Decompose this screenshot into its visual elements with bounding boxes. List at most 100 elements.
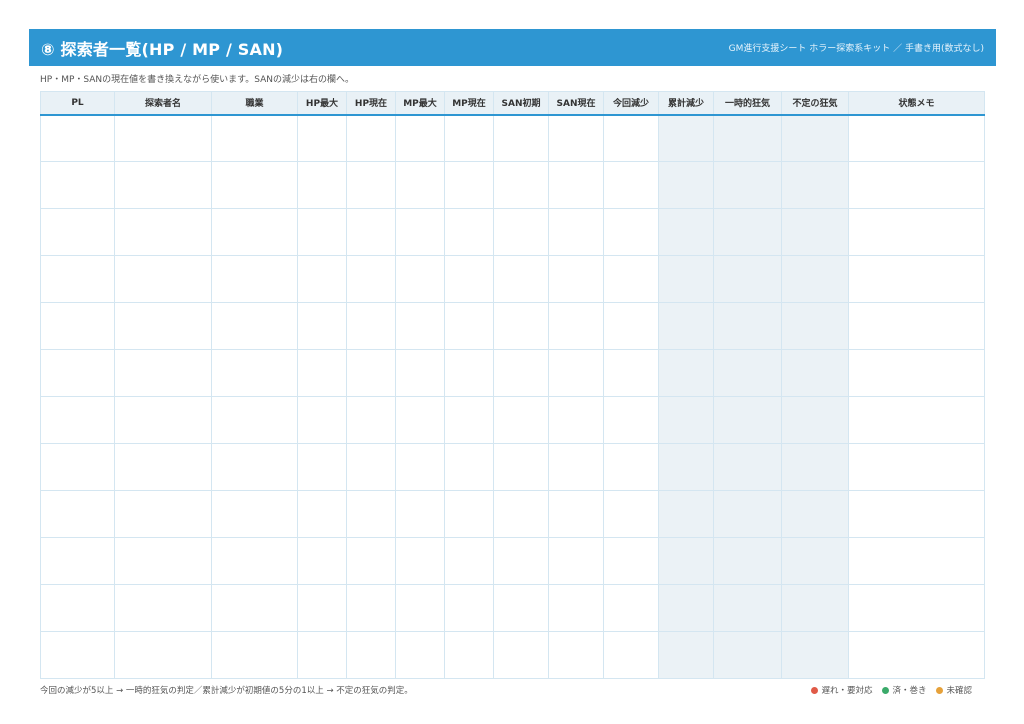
table-cell xyxy=(493,302,549,350)
table-cell xyxy=(395,255,445,303)
legend-label: 未確認 xyxy=(946,686,972,696)
table-cell xyxy=(444,114,494,162)
table-cell xyxy=(297,631,347,679)
table-cell xyxy=(346,161,396,209)
table-cell xyxy=(548,302,604,350)
legend-item: 済・巻き xyxy=(882,684,926,696)
investigator-table: PL 探索者名 職業 HP最大 HP現在 MP最大 MP現在 SAN初期 SAN現在 今回減少 累計… xyxy=(40,91,985,679)
table-cell xyxy=(493,349,549,397)
column-header: MP現在 xyxy=(444,91,494,116)
table-cell xyxy=(548,396,604,444)
table-cell xyxy=(713,396,782,444)
footer-note: 今回の減少が5以上 → 一時的狂気の判定／累計減少が初期値の5分の1以上 → 不… xyxy=(40,686,413,696)
table-cell xyxy=(548,443,604,491)
table-cell xyxy=(297,302,347,350)
table-cell xyxy=(848,443,985,491)
table-cell xyxy=(444,396,494,444)
column-header: 探索者名 xyxy=(114,91,212,116)
status-dot-icon xyxy=(882,686,890,694)
table-cell xyxy=(444,349,494,397)
table-cell xyxy=(781,490,849,538)
table-cell xyxy=(114,631,212,679)
table-cell xyxy=(346,302,396,350)
table-cell xyxy=(346,490,396,538)
page-header: ⑧ 探索者一覧(HP / MP / SAN) GM進行支援シート ホラー探索系キ… xyxy=(29,29,996,66)
table-cell xyxy=(211,443,298,491)
table-cell xyxy=(658,631,714,679)
table-cell xyxy=(297,255,347,303)
table-cell xyxy=(395,302,445,350)
table-cell xyxy=(444,208,494,256)
table-cell xyxy=(658,584,714,632)
table-row xyxy=(40,396,985,444)
table-cell xyxy=(713,631,782,679)
table-cell xyxy=(781,208,849,256)
table-cell xyxy=(658,490,714,538)
column-header: SAN現在 xyxy=(548,91,604,116)
legend-label: 済・巻き xyxy=(892,686,927,696)
table-cell xyxy=(658,114,714,162)
table-cell xyxy=(346,255,396,303)
table-cell xyxy=(395,161,445,209)
table-cell xyxy=(781,302,849,350)
table-cell xyxy=(713,255,782,303)
table-cell xyxy=(493,396,549,444)
status-legend: 遅れ・要対応 済・巻き 未確認 xyxy=(811,684,972,696)
table-cell xyxy=(713,584,782,632)
table-cell xyxy=(713,208,782,256)
table-cell xyxy=(781,161,849,209)
table-row xyxy=(40,631,985,679)
table-cell xyxy=(548,584,604,632)
table-cell xyxy=(548,255,604,303)
page-title: ⑧ 探索者一覧(HP / MP / SAN) xyxy=(41,39,284,59)
table-cell xyxy=(40,349,115,397)
table-cell xyxy=(444,443,494,491)
table-cell xyxy=(658,208,714,256)
table-cell xyxy=(603,302,659,350)
page-subtitle: GM進行支援シート ホラー探索系キット ／ 手書き用(数式なし) xyxy=(728,44,984,54)
table-cell xyxy=(658,161,714,209)
table-cell xyxy=(346,349,396,397)
table-cell xyxy=(548,208,604,256)
table-cell xyxy=(395,349,445,397)
table-cell xyxy=(40,396,115,444)
table-cell xyxy=(848,349,985,397)
column-header: 不定の狂気 xyxy=(781,91,849,116)
table-cell xyxy=(297,114,347,162)
table-cell xyxy=(493,161,549,209)
table-cell xyxy=(395,114,445,162)
table-cell xyxy=(395,208,445,256)
table-cell xyxy=(346,631,396,679)
table-cell xyxy=(395,584,445,632)
legend-label: 遅れ・要対応 xyxy=(821,686,873,696)
table-cell xyxy=(40,584,115,632)
column-header: PL xyxy=(40,91,115,116)
table-cell xyxy=(493,490,549,538)
table-cell xyxy=(211,208,298,256)
table-cell xyxy=(346,537,396,585)
table-cell xyxy=(658,396,714,444)
table-cell xyxy=(848,161,985,209)
table-cell xyxy=(548,161,604,209)
table-cell xyxy=(444,537,494,585)
column-header: 職業 xyxy=(211,91,298,116)
table-cell xyxy=(603,255,659,303)
table-cell xyxy=(548,114,604,162)
table-cell xyxy=(548,349,604,397)
table-cell xyxy=(211,349,298,397)
table-cell xyxy=(297,349,347,397)
table-cell xyxy=(548,631,604,679)
table-cell xyxy=(848,537,985,585)
table-cell xyxy=(713,161,782,209)
table-cell xyxy=(713,302,782,350)
table-cell xyxy=(40,208,115,256)
table-row xyxy=(40,584,985,632)
table-cell xyxy=(493,255,549,303)
table-cell xyxy=(211,161,298,209)
table-cell xyxy=(297,490,347,538)
table-cell xyxy=(713,349,782,397)
table-cell xyxy=(548,537,604,585)
table-cell xyxy=(848,302,985,350)
table-row xyxy=(40,443,985,491)
table-cell xyxy=(114,161,212,209)
